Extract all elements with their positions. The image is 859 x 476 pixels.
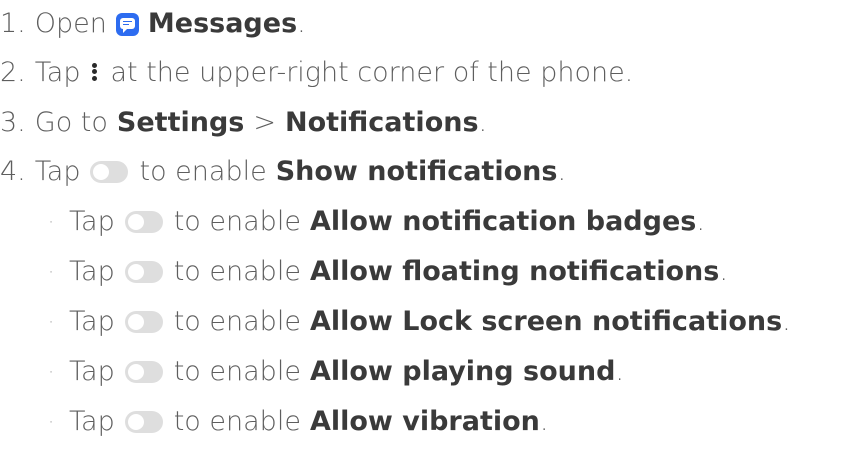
toggle-switch-off-icon	[90, 161, 129, 183]
step-1: 1. Open Messages .	[0, 2, 306, 46]
punctuation: .	[297, 8, 306, 39]
punctuation: .	[557, 156, 567, 187]
step-text: Tap	[69, 356, 115, 387]
step-text: Tap	[34, 156, 81, 187]
toggle-switch-off-icon	[124, 411, 163, 433]
step-text: Tap	[69, 406, 115, 437]
step-number: 4.	[0, 156, 26, 187]
step-text: Tap	[69, 256, 115, 287]
step-number: 2.	[0, 57, 26, 88]
toggle-switch-off-icon	[124, 311, 163, 333]
setting-name: Allow playing sound	[309, 356, 616, 387]
punctuation: .	[615, 356, 624, 387]
step-text: Tap	[69, 306, 115, 337]
step-text: at the upper-right corner of the phone.	[110, 57, 634, 88]
step-text: Tap	[69, 206, 115, 237]
instructions: 1. Open Messages . 2. Tap at the upper-r…	[0, 0, 859, 476]
punctuation: .	[696, 206, 705, 237]
substep: · Tap to enable Allow notification badge…	[42, 200, 705, 244]
substep: · Tap to enable Allow vibration .	[42, 400, 549, 444]
settings-label: Settings	[116, 107, 245, 138]
setting-name: Allow Lock screen notifications	[309, 306, 783, 337]
more-vertical-icon	[92, 61, 98, 85]
punctuation: .	[719, 256, 728, 287]
setting-name: Allow notification badges	[309, 206, 697, 237]
bullet: ·	[47, 210, 55, 234]
step-text: Tap	[34, 57, 81, 88]
punctuation: .	[478, 107, 488, 138]
show-notifications-label: Show notifications	[275, 156, 558, 187]
bullet: ·	[47, 310, 55, 334]
punctuation: .	[782, 306, 791, 337]
substep: · Tap to enable Allow Lock screen notifi…	[42, 300, 791, 344]
setting-name: Allow vibration	[309, 406, 540, 437]
substep: · Tap to enable Allow playing sound .	[42, 350, 624, 394]
app-name: Messages	[147, 8, 298, 39]
step-text: to enable	[139, 156, 267, 187]
step-3: 3. Go to Settings > Notifications .	[0, 101, 487, 145]
separator: >	[253, 107, 276, 138]
step-text: to enable	[173, 306, 301, 337]
bullet: ·	[47, 260, 55, 284]
setting-name: Allow floating notifications	[309, 256, 720, 287]
step-number: 3.	[0, 107, 26, 138]
bullet: ·	[47, 360, 55, 384]
step-text: to enable	[173, 356, 301, 387]
step-text: to enable	[173, 206, 301, 237]
messages-app-icon	[115, 12, 139, 36]
bullet: ·	[47, 410, 55, 434]
step-2: 2. Tap at the upper-right corner of the …	[0, 51, 633, 95]
toggle-switch-off-icon	[124, 361, 163, 383]
step-number: 1.	[0, 8, 26, 39]
substep: · Tap to enable Allow floating notificat…	[42, 250, 728, 294]
toggle-switch-off-icon	[124, 211, 163, 233]
step-text: Open	[34, 8, 107, 39]
step-text: to enable	[173, 406, 301, 437]
punctuation: .	[539, 406, 549, 437]
toggle-switch-off-icon	[124, 261, 163, 283]
step-text: to enable	[173, 256, 301, 287]
step-4: 4. Tap to enable Show notifications .	[0, 150, 566, 194]
step-text: Go to	[34, 107, 108, 138]
notifications-label: Notifications	[284, 107, 479, 138]
